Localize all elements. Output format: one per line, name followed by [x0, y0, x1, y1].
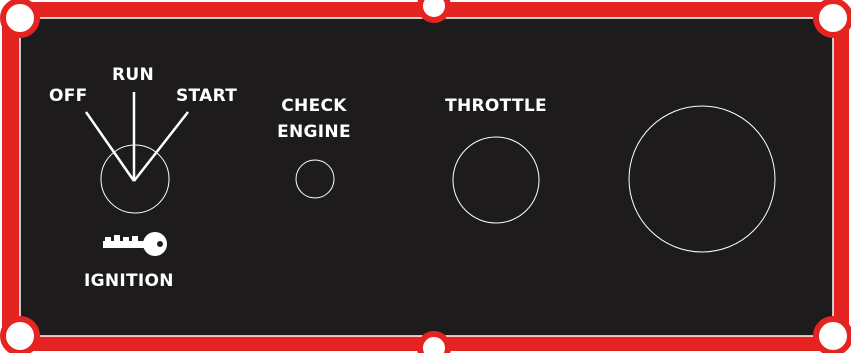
- ignition-position-off: OFF: [49, 86, 88, 106]
- panel-artwork: [0, 0, 851, 358]
- mount-notch-bottom-left: [0, 316, 40, 356]
- ignition-position-run: RUN: [112, 65, 155, 85]
- mount-notch-top-left: [0, 0, 40, 38]
- instrument-panel: OFF RUN START IGNITION CHECK ENGINE THRO…: [0, 0, 851, 358]
- mount-notch-top-center: [417, 0, 451, 23]
- mount-notch-bottom-right: [813, 316, 851, 356]
- ignition-label: IGNITION: [84, 271, 174, 291]
- mount-notch-bottom-center: [417, 331, 451, 358]
- check-engine-label-line1: CHECK: [281, 96, 347, 116]
- mount-notch-top-right: [813, 0, 851, 38]
- throttle-label: THROTTLE: [445, 96, 547, 116]
- check-engine-label-line2: ENGINE: [277, 122, 351, 142]
- ignition-position-start: START: [176, 86, 238, 106]
